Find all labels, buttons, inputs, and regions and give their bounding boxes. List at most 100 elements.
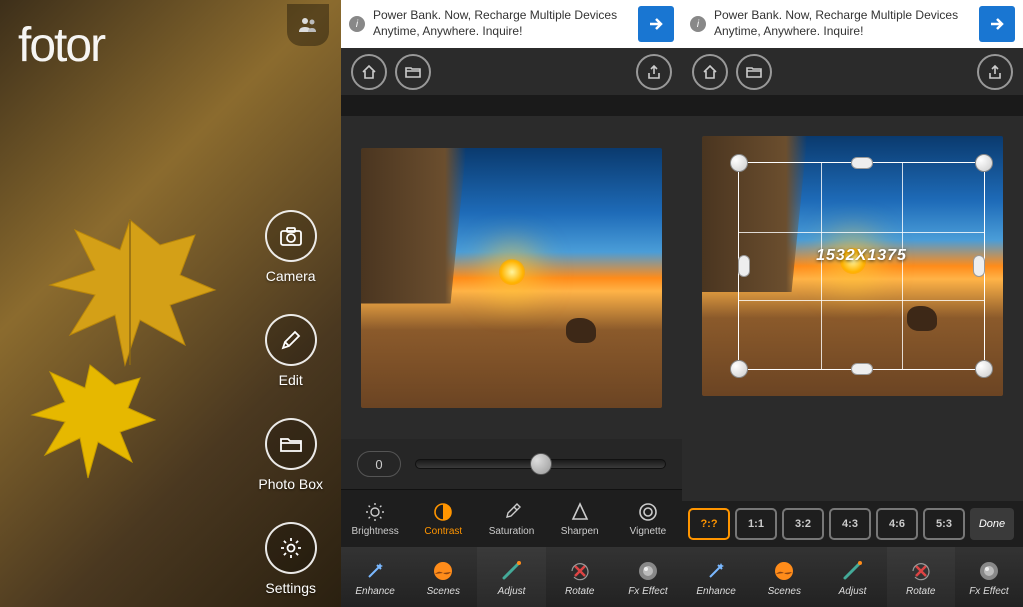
ad-cta-button[interactable]: [979, 6, 1015, 42]
sharpen-tab[interactable]: Sharpen: [546, 490, 614, 547]
brush-icon: [500, 560, 524, 582]
scenes-tool[interactable]: Scenes: [750, 547, 818, 607]
crop-edge-right[interactable]: [973, 255, 985, 277]
scenes-tool[interactable]: Scenes: [409, 547, 477, 607]
vignette-tab[interactable]: Vignette: [614, 490, 682, 547]
slider-value: 0: [357, 451, 401, 477]
adjust-slider[interactable]: [415, 459, 666, 469]
canvas-area: 1532X1375: [682, 116, 1023, 416]
gear-icon: [279, 536, 303, 560]
contrast-icon: [432, 501, 454, 523]
sharpen-icon: [569, 501, 591, 523]
settings-menu-item[interactable]: Settings: [265, 522, 317, 596]
crop-handle-tl[interactable]: [730, 154, 748, 172]
rotate-icon: [569, 560, 591, 582]
share-button[interactable]: [636, 54, 672, 90]
info-icon: i: [690, 16, 706, 32]
history-strip: [341, 96, 682, 116]
ad-cta-button[interactable]: [638, 6, 674, 42]
ratio-free[interactable]: ?:?: [688, 508, 730, 540]
people-icon: [298, 17, 318, 33]
wand-icon: [364, 560, 386, 582]
ratio-5-3[interactable]: 5:3: [923, 508, 965, 540]
ad-text: Power Bank. Now, Recharge Multiple Devic…: [373, 8, 630, 39]
home-panel: fotor Camera Edit Photo Box Settings: [0, 0, 341, 607]
ratio-tabs: ?:? 1:1 3:2 4:3 4:6 5:3 Done: [682, 501, 1023, 547]
fx-icon: [977, 560, 1001, 582]
photo-preview[interactable]: 1532X1375: [702, 136, 1003, 396]
slider-thumb[interactable]: [530, 453, 552, 475]
contrast-tab[interactable]: Contrast: [409, 490, 477, 547]
crop-edge-bottom[interactable]: [851, 363, 873, 375]
photobox-menu-item[interactable]: Photo Box: [258, 418, 323, 492]
ad-banner[interactable]: i Power Bank. Now, Recharge Multiple Dev…: [682, 0, 1023, 48]
crop-handle-bl[interactable]: [730, 360, 748, 378]
top-toolbar: [682, 48, 1023, 96]
top-toolbar: [341, 48, 682, 96]
scenes-icon: [772, 560, 796, 582]
brightness-icon: [364, 501, 386, 523]
edit-menu-item[interactable]: Edit: [265, 314, 317, 388]
bottom-toolbar: Enhance Scenes Adjust Rotate Fx Effect: [682, 547, 1023, 607]
crop-handle-br[interactable]: [975, 360, 993, 378]
rotate-icon: [910, 560, 932, 582]
adjust-tabs: Brightness Contrast Saturation Sharpen V…: [341, 489, 682, 547]
home-button[interactable]: [351, 54, 387, 90]
app-logo: fotor: [18, 18, 104, 73]
folder-icon: [404, 65, 422, 79]
slider-row: 0: [341, 439, 682, 489]
share-button[interactable]: [977, 54, 1013, 90]
camera-menu-item[interactable]: Camera: [265, 210, 317, 284]
enhance-tool[interactable]: Enhance: [682, 547, 750, 607]
crop-panel: i Power Bank. Now, Recharge Multiple Dev…: [682, 0, 1023, 607]
ratio-3-2[interactable]: 3:2: [782, 508, 824, 540]
ratio-1-1[interactable]: 1:1: [735, 508, 777, 540]
info-icon: i: [349, 16, 365, 32]
ad-banner[interactable]: i Power Bank. Now, Recharge Multiple Dev…: [341, 0, 682, 48]
eyedropper-icon: [501, 501, 523, 523]
ad-text: Power Bank. Now, Recharge Multiple Devic…: [714, 8, 971, 39]
crop-edge-left[interactable]: [738, 255, 750, 277]
history-strip: [682, 96, 1023, 116]
fx-icon: [636, 560, 660, 582]
arrow-right-icon: [988, 15, 1006, 33]
canvas-area: [341, 116, 682, 439]
home-button[interactable]: [692, 54, 728, 90]
brush-icon: [841, 560, 865, 582]
open-button[interactable]: [395, 54, 431, 90]
saturation-tab[interactable]: Saturation: [477, 490, 545, 547]
folder-icon: [745, 65, 763, 79]
photo-preview[interactable]: [361, 148, 662, 408]
crop-dimensions: 1532X1375: [816, 247, 907, 265]
home-menu: Camera Edit Photo Box Settings: [258, 210, 323, 596]
fxeffect-tool[interactable]: Fx Effect: [955, 547, 1023, 607]
open-button[interactable]: [736, 54, 772, 90]
adjust-panel: i Power Bank. Now, Recharge Multiple Dev…: [341, 0, 682, 607]
rotate-tool[interactable]: Rotate: [887, 547, 955, 607]
arrow-right-icon: [647, 15, 665, 33]
scenes-icon: [431, 560, 455, 582]
brightness-tab[interactable]: Brightness: [341, 490, 409, 547]
done-button[interactable]: Done: [970, 508, 1014, 540]
wand-icon: [705, 560, 727, 582]
adjust-tool[interactable]: Adjust: [818, 547, 886, 607]
enhance-tool[interactable]: Enhance: [341, 547, 409, 607]
vignette-icon: [637, 501, 659, 523]
community-button[interactable]: [287, 4, 329, 46]
adjust-tool[interactable]: Adjust: [477, 547, 545, 607]
rotate-tool[interactable]: Rotate: [546, 547, 614, 607]
camera-icon: [279, 226, 303, 246]
home-icon: [360, 63, 378, 81]
crop-overlay[interactable]: 1532X1375: [738, 162, 985, 370]
crop-handle-tr[interactable]: [975, 154, 993, 172]
share-icon: [645, 63, 663, 81]
ratio-4-6[interactable]: 4:6: [876, 508, 918, 540]
home-icon: [701, 63, 719, 81]
fxeffect-tool[interactable]: Fx Effect: [614, 547, 682, 607]
share-icon: [986, 63, 1004, 81]
ratio-4-3[interactable]: 4:3: [829, 508, 871, 540]
pencil-icon: [280, 329, 302, 351]
folder-icon: [279, 435, 303, 453]
crop-edge-top[interactable]: [851, 157, 873, 169]
leaf-decoration: [10, 350, 170, 490]
